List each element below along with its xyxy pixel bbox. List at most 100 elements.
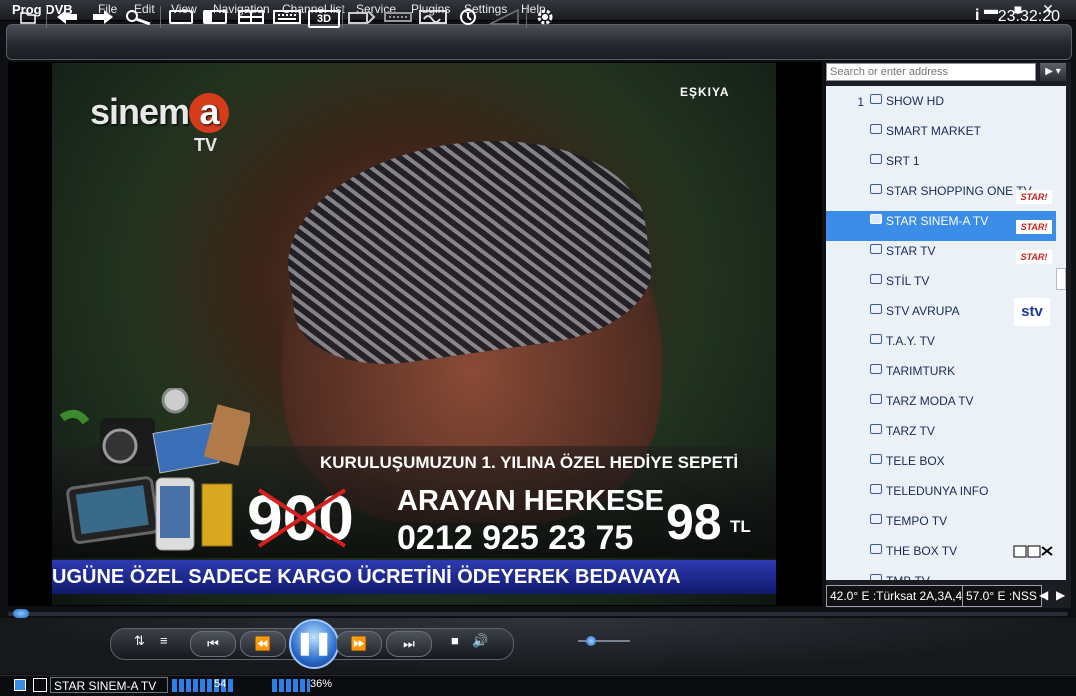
tv-channel-icon	[870, 124, 882, 134]
clock-display: 23:32:20	[997, 8, 1060, 25]
channel-row[interactable]: SMART MARKET	[826, 121, 1056, 151]
satellite-tab-turksat[interactable]: 42.0° E :Türksat 2A,3A,4A	[826, 585, 964, 607]
channel-row[interactable]: TELEDUNYA INFO	[826, 481, 1056, 511]
quality-meter	[272, 679, 310, 692]
satellite-prev-arrow-icon[interactable]: ◀	[1039, 588, 1048, 602]
channel-name: TARZ MODA TV	[886, 394, 974, 408]
channel-logo-main: sinem	[90, 91, 190, 132]
channel-name: TARIMTURK	[886, 364, 956, 378]
star-logo-icon: STAR!	[1016, 250, 1052, 264]
star-logo-icon: STAR!	[1016, 220, 1052, 234]
3d-icon[interactable]: 3D	[308, 10, 340, 28]
channel-row[interactable]: STİL TV	[826, 271, 1056, 301]
toolbar-separator	[160, 6, 161, 28]
channel-list-scrollbar[interactable]	[1056, 86, 1066, 580]
channel-row[interactable]: TARZ MODA TV	[826, 391, 1056, 421]
scrollbar-thumb[interactable]	[1056, 268, 1066, 290]
pause-button[interactable]: ❚❚	[289, 619, 339, 669]
news-ticker: UGÜNE ÖZEL SADECE KARGO ÜCRETİNİ ÖDEYERE…	[52, 560, 776, 594]
signal-icon[interactable]	[419, 7, 447, 27]
status-view-icon[interactable]	[14, 679, 26, 691]
channel-row[interactable]: T.A.Y. TV	[826, 331, 1056, 361]
channel-list[interactable]: 1 SHOW HD SMART MARKET SRT 1 STAR SHOPPING O…	[826, 86, 1056, 580]
playlist-icon[interactable]: ≡	[160, 633, 168, 648]
channel-row[interactable]: TMB TV	[826, 571, 1056, 580]
volume-knob[interactable]	[585, 636, 596, 646]
channel-row[interactable]: STAR SINEM-A TV STAR!	[826, 211, 1056, 241]
tv-channel-icon	[870, 394, 882, 404]
forward-button[interactable]: ⏩	[336, 631, 382, 657]
channel-row[interactable]: TARZ TV	[826, 421, 1056, 451]
record-icon[interactable]	[348, 7, 376, 27]
promo-headline: KURULUŞUMUZUN 1. YILINA ÖZEL HEDİYE SEPE…	[320, 453, 739, 472]
search-go-button[interactable]: ▶ ▾	[1040, 63, 1066, 81]
satellite-tab-nss[interactable]: 57.0° E :NSS	[962, 585, 1042, 607]
next-button[interactable]: ⏭	[386, 631, 432, 657]
volume-icon[interactable]: 🔊	[472, 633, 488, 649]
rewind-button[interactable]: ⏪	[240, 631, 286, 657]
layout-grid-icon[interactable]	[238, 7, 264, 27]
channel-name: TELEDUNYA INFO	[886, 484, 989, 498]
tv-channel-icon	[870, 364, 882, 374]
timeshift-icon[interactable]	[384, 7, 412, 27]
channel-row[interactable]: TELE BOX	[826, 451, 1056, 481]
seek-bar[interactable]	[8, 612, 1068, 616]
stop-button[interactable]: ■	[451, 633, 459, 648]
forward-arrow-icon[interactable]	[90, 7, 116, 27]
channel-name: THE BOX TV	[886, 544, 958, 558]
channel-name: STAR SHOPPING ONE TV	[886, 184, 1032, 198]
channel-logo-a: a	[189, 93, 230, 133]
promo-price-currency: TL	[730, 517, 751, 536]
status-channel-name: STAR SINEM-A TV	[50, 677, 168, 693]
promo-caller-label: ARAYAN HERKESE	[397, 485, 664, 517]
channel-name: SMART MARKET	[886, 124, 981, 138]
layout-single-icon[interactable]	[169, 10, 193, 24]
channel-name: SRT 1	[886, 154, 920, 168]
star-logo-icon: STAR!	[1016, 190, 1052, 204]
channel-row[interactable]: TARIMTURK	[826, 361, 1056, 391]
channel-number: 1	[857, 95, 864, 109]
channel-name: T.A.Y. TV	[886, 334, 935, 348]
video-frame[interactable]: sinem a TV EŞKIYA KURULUŞUMUZUN 1. YILINA…	[52, 63, 776, 605]
stv-logo-icon: stv	[1014, 298, 1050, 326]
tv-channel-icon	[870, 304, 882, 314]
products-image	[60, 388, 250, 551]
strikethrough-mark	[257, 488, 347, 548]
channel-row[interactable]: 1 SHOW HD	[826, 91, 1056, 121]
info-button[interactable]: i	[975, 7, 979, 25]
tv-channel-icon	[870, 574, 882, 580]
channel-name: TELE BOX	[886, 454, 945, 468]
tv-channel-icon	[870, 154, 882, 164]
channel-name: STAR TV	[886, 244, 936, 258]
search-icon[interactable]	[124, 7, 154, 27]
folder-icon[interactable]	[18, 7, 38, 27]
settings-gear-icon[interactable]	[533, 7, 557, 27]
channel-name: TEMPO TV	[886, 514, 948, 528]
satellite-next-arrow-icon[interactable]: ▶	[1056, 588, 1065, 602]
channel-row[interactable]: STV AVRUPA stv	[826, 298, 1056, 331]
tv-channel-icon	[870, 214, 882, 224]
channel-row[interactable]: SRT 1	[826, 151, 1056, 181]
channel-row[interactable]: THE BOX TV	[826, 541, 1056, 571]
back-arrow-icon[interactable]	[54, 7, 80, 27]
tv-channel-icon	[870, 484, 882, 494]
channel-logo-sub: TV	[194, 135, 218, 155]
channel-row[interactable]: STAR SHOPPING ONE TV STAR!	[826, 181, 1056, 211]
sort-icon[interactable]: ⇅	[134, 633, 145, 649]
signal-value: 54	[214, 678, 227, 690]
channel-logo: sinem a	[90, 91, 230, 133]
signal-strength-icon[interactable]	[488, 7, 520, 27]
prev-button[interactable]: ⏮	[190, 631, 236, 657]
channel-row[interactable]: TEMPO TV	[826, 511, 1056, 541]
channel-row[interactable]: STAR TV STAR!	[826, 241, 1056, 271]
seek-knob[interactable]	[13, 609, 29, 618]
clock-icon[interactable]	[456, 7, 480, 27]
channel-name: TARZ TV	[886, 424, 935, 438]
status-tv-icon[interactable]	[33, 678, 47, 692]
tv-channel-icon	[870, 94, 882, 104]
tv-channel-icon	[870, 274, 882, 284]
keyboard-icon[interactable]	[273, 7, 301, 27]
layout-split-icon[interactable]	[203, 10, 227, 24]
search-input[interactable]	[826, 63, 1036, 81]
tv-channel-icon	[870, 244, 882, 254]
